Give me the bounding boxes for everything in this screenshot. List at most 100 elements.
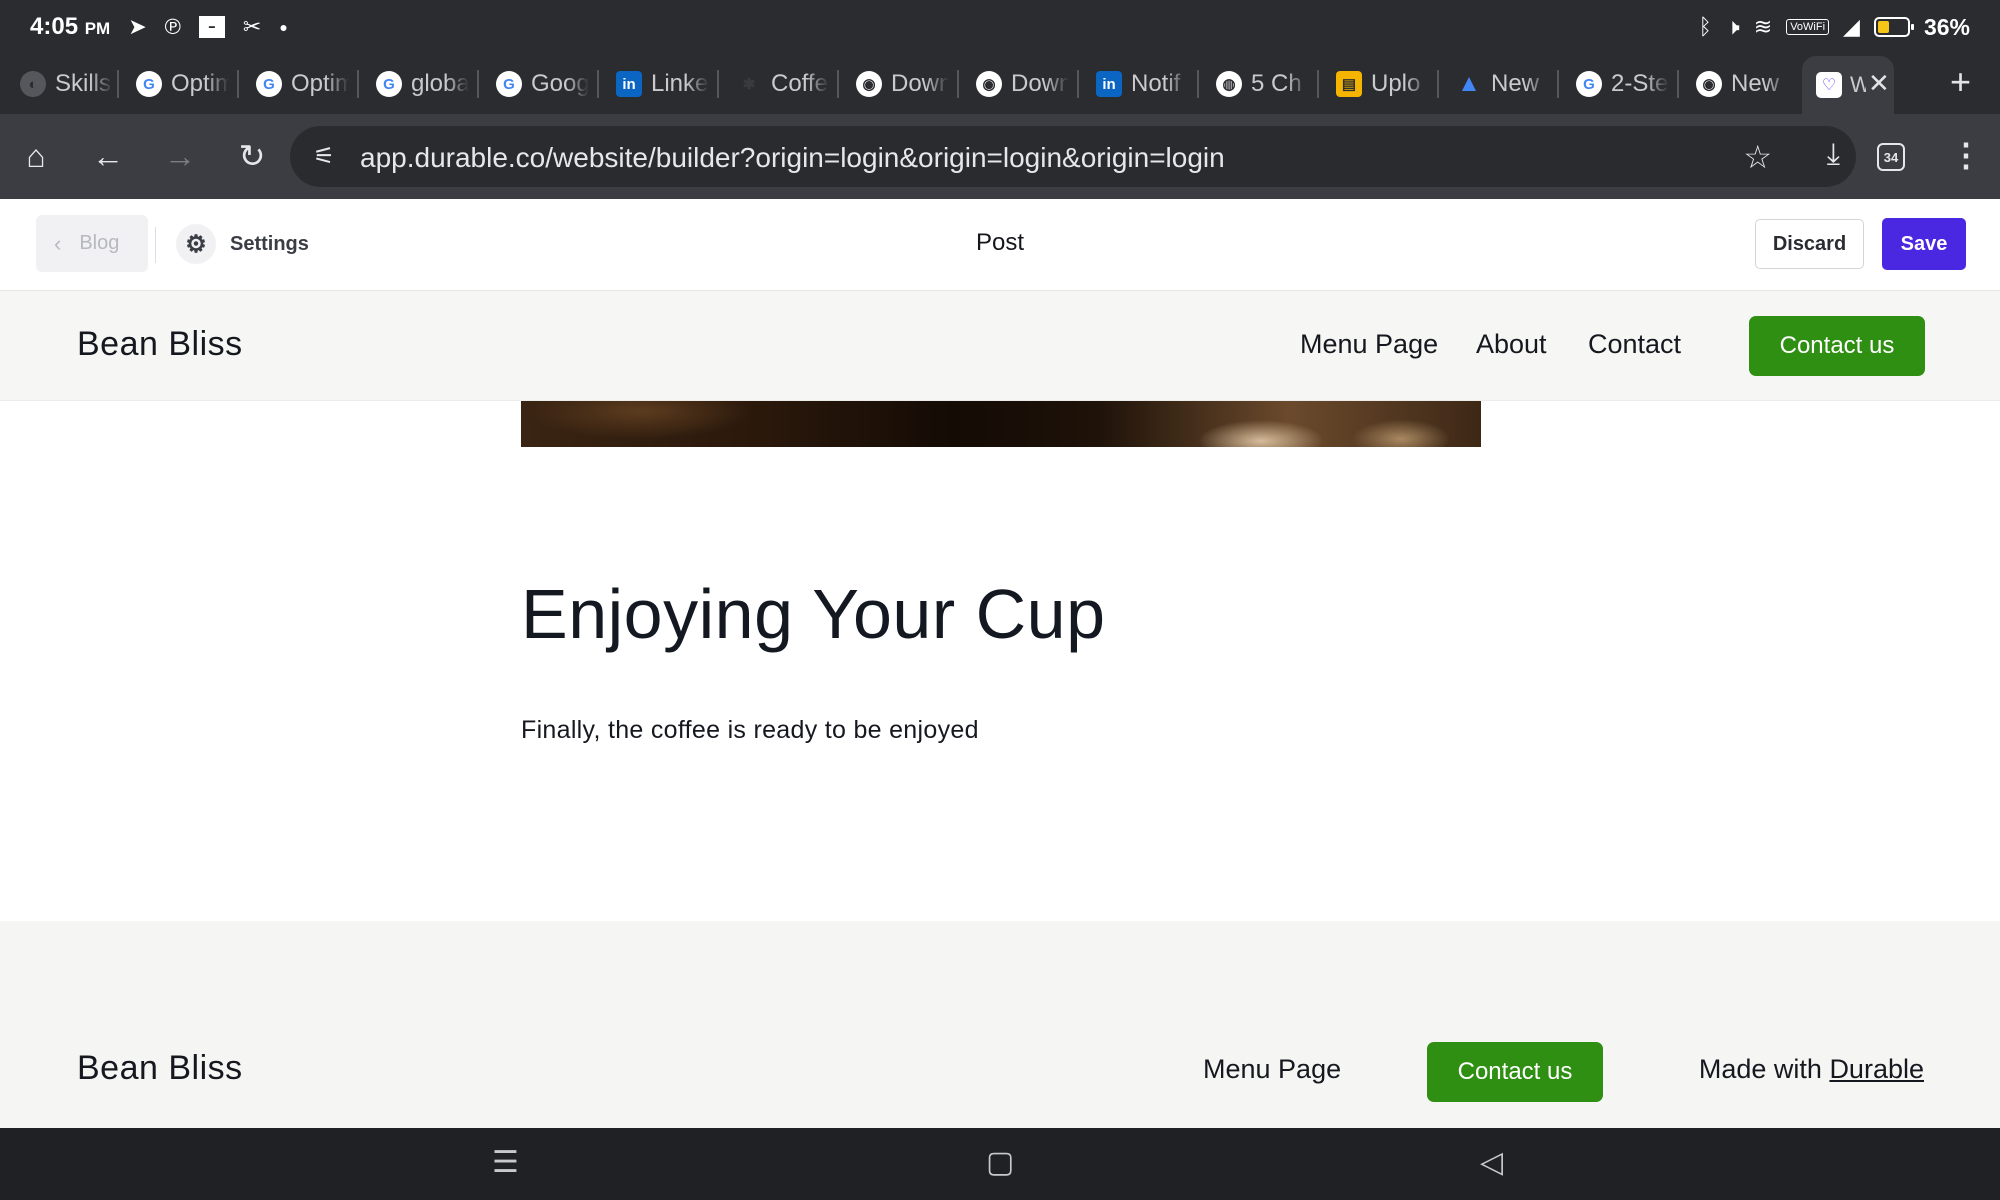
leaf-icon: ✱ xyxy=(742,76,756,93)
tab-optim-2[interactable]: G Optim xyxy=(256,54,349,114)
android-navigation-bar: ☰ ▢ ◁ xyxy=(0,1128,2000,1200)
tab-label: globa xyxy=(411,70,469,97)
new-tab-icon[interactable]: + xyxy=(1950,64,1971,100)
pinterest-icon: ℗ xyxy=(164,14,181,39)
nav-menu-page[interactable]: Menu Page xyxy=(1300,329,1438,360)
reload-icon[interactable]: ↻ xyxy=(232,136,272,176)
nav-about[interactable]: About xyxy=(1476,329,1547,360)
back-arrow-icon[interactable]: ← xyxy=(88,136,128,176)
tab-separator xyxy=(237,70,239,98)
save-button[interactable]: Save xyxy=(1882,218,1966,270)
discard-button[interactable]: Discard xyxy=(1755,219,1864,269)
site-footer: Bean Bliss Menu Page Contact us Made wit… xyxy=(0,921,2000,1128)
tab-label: New xyxy=(1731,70,1780,97)
footer-logo[interactable]: Bean Bliss xyxy=(77,1049,243,1088)
tab-download-2[interactable]: ◉ Down xyxy=(976,54,1069,114)
tab-separator xyxy=(957,70,959,98)
contact-us-button[interactable]: Contact us xyxy=(1749,316,1925,376)
site-header: Bean Bliss Menu Page About Contact Conta… xyxy=(0,291,2000,401)
chrome-icon: ◉ xyxy=(856,71,882,97)
back-triangle-icon[interactable]: ◁ xyxy=(1480,1148,1503,1178)
more-menu-icon[interactable]: ⋮ xyxy=(1950,136,1982,174)
recent-apps-icon[interactable]: ☰ xyxy=(492,1148,519,1178)
forward-arrow-icon[interactable]: → xyxy=(160,136,200,176)
tab-label: Linke xyxy=(651,70,709,97)
google-icon: G xyxy=(496,71,522,97)
durable-link[interactable]: Durable xyxy=(1829,1054,1924,1084)
tab-label: 5 Ch xyxy=(1251,70,1302,97)
tab-new-ads[interactable]: ▲ New xyxy=(1456,54,1549,114)
tab-separator xyxy=(1677,70,1679,98)
google-ads-icon: ▲ xyxy=(1457,70,1481,97)
footer-contact-us-button[interactable]: Contact us xyxy=(1427,1042,1603,1102)
google-icon: G xyxy=(136,71,162,97)
tab-active[interactable]: ♡ W ✕ xyxy=(1802,56,1894,114)
footer-menu-page-link[interactable]: Menu Page xyxy=(1203,1054,1341,1085)
tab-5ch[interactable]: ◍ 5 Ch xyxy=(1216,54,1309,114)
close-tab-icon[interactable]: ✕ xyxy=(1868,68,1890,99)
tab-new[interactable]: ◉ New xyxy=(1696,54,1789,114)
tab-coffee[interactable]: ✱ Coffe xyxy=(736,54,829,114)
tab-separator xyxy=(357,70,359,98)
home-square-icon[interactable]: ▢ xyxy=(986,1148,1014,1178)
google-icon: G xyxy=(1576,71,1602,97)
address-bar[interactable]: ⚟ app.durable.co/website/builder?origin=… xyxy=(290,126,1856,187)
tab-linkedin[interactable]: in Linke xyxy=(616,54,709,114)
tab-google[interactable]: G Goog xyxy=(496,54,589,114)
home-icon[interactable]: ⌂ xyxy=(16,136,56,176)
download-icon[interactable]: ⤓ xyxy=(1827,138,1840,172)
tab-switcher-button[interactable]: 34 xyxy=(1877,143,1905,171)
tab-separator xyxy=(1317,70,1319,98)
tab-separator xyxy=(837,70,839,98)
durable-icon: ♡ xyxy=(1816,72,1842,98)
post-body[interactable]: Finally, the coffee is ready to be enjoy… xyxy=(521,716,979,745)
telegram-icon: ➤ xyxy=(128,14,147,39)
tab-strip: ◐ Skills G Optim G Optim G globa G Goog … xyxy=(0,54,2000,114)
bookmark-star-icon[interactable]: ☆ xyxy=(1743,138,1772,176)
tab-separator xyxy=(1197,70,1199,98)
tab-separator xyxy=(1557,70,1559,98)
tab-label: Down xyxy=(891,70,949,97)
scissors-icon: ✂ xyxy=(242,14,262,39)
tab-label: Goog xyxy=(531,70,589,97)
url-text[interactable]: app.durable.co/website/builder?origin=lo… xyxy=(360,142,1225,174)
globe-icon: ◍ xyxy=(1216,71,1242,97)
tab-upload[interactable]: ▤ Uplo xyxy=(1336,54,1429,114)
tab-2step[interactable]: G 2-Ste xyxy=(1576,54,1669,114)
tab-separator xyxy=(1077,70,1079,98)
made-with-credit: Made with Durable xyxy=(1699,1054,1924,1085)
google-icon: G xyxy=(256,71,282,97)
tab-download-1[interactable]: ◉ Down xyxy=(856,54,949,114)
site-settings-icon[interactable]: ⚟ xyxy=(308,140,340,172)
tab-optim-1[interactable]: G Optim xyxy=(136,54,229,114)
app-news-icon: ▬ xyxy=(198,16,225,38)
post-hero-image[interactable] xyxy=(521,401,1481,447)
tab-label: Down xyxy=(1011,70,1069,97)
chrome-icon: ◉ xyxy=(976,71,1002,97)
status-bar: 4:05 PM ➤ ℗ ▬ ✂ ● ᛒ 🕨 ≋ VoWiFi ◢ 36% xyxy=(0,0,2000,54)
tab-separator xyxy=(117,70,119,98)
mute-icon: 🕨 xyxy=(1725,14,1740,39)
tab-separator xyxy=(717,70,719,98)
page-title: Post xyxy=(975,229,1025,256)
nav-contact[interactable]: Contact xyxy=(1588,329,1681,360)
linkedin-icon: in xyxy=(616,71,642,97)
tab-skills[interactable]: ◐ Skills xyxy=(20,54,113,114)
site-logo[interactable]: Bean Bliss xyxy=(77,325,243,364)
tab-label: 2-Ste xyxy=(1611,70,1669,97)
battery-icon xyxy=(1873,17,1914,37)
tab-label: Uplo xyxy=(1371,70,1421,97)
tab-separator xyxy=(1437,70,1439,98)
signal-icon: ◢ xyxy=(1843,14,1860,39)
tab-global[interactable]: G globa xyxy=(376,54,469,114)
tab-label: Optim xyxy=(291,70,349,97)
google-icon: G xyxy=(376,71,402,97)
tab-notifications[interactable]: in Notif xyxy=(1096,54,1189,114)
upload-icon: ▤ xyxy=(1336,71,1362,97)
vowifi-badge: VoWiFi xyxy=(1786,19,1830,35)
tab-label: New xyxy=(1491,70,1540,97)
tab-label: Optim xyxy=(171,70,229,97)
post-heading[interactable]: Enjoying Your Cup xyxy=(521,574,1106,654)
dot-icon: ● xyxy=(279,19,288,35)
made-with-prefix: Made with xyxy=(1698,1054,1822,1084)
